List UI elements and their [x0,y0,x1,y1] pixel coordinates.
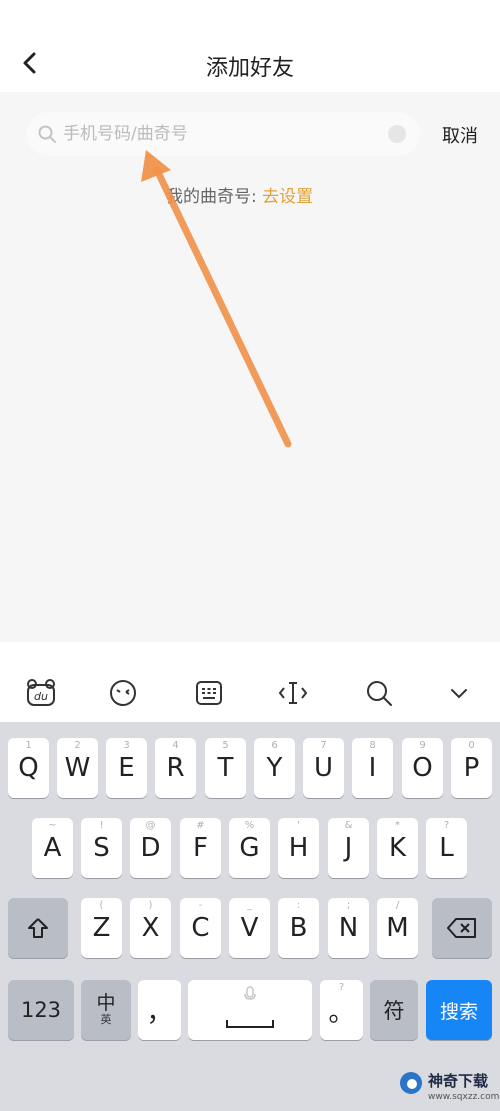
key-e[interactable]: 3E [106,738,147,798]
space-icon [226,1020,274,1028]
key-r[interactable]: 4R [155,738,196,798]
key-b[interactable]: :B [278,898,319,958]
key-s[interactable]: ! S [81,818,122,878]
backspace-icon [447,918,476,938]
shift-key[interactable] [8,898,68,958]
key-v[interactable]: _ V [229,898,270,958]
page-title: 添加好友 [205,56,294,81]
watermark-url: www.sqxzz.com [428,1092,500,1102]
key-w[interactable]: 2W [57,738,98,798]
microphone-icon [244,986,256,1000]
set-quqi-id-link[interactable]: 去设置 [262,187,313,207]
key-p[interactable]: 0P [451,738,492,798]
keyboard-toolbar: du [0,642,500,722]
key-g[interactable]: % G [229,818,270,878]
keyboard: 1Q 2W 3E 4R 5T 6Y 7U 8I 9O 0P ~ A ! S @ D #… [0,722,500,1060]
emoji-icon[interactable] [106,678,140,708]
svg-text:du: du [34,690,48,703]
key-n[interactable]: ; N [328,898,369,958]
keyboard-icon[interactable] [192,678,226,708]
key-a[interactable]: ~ A [32,818,73,878]
search-box[interactable] [27,112,420,156]
key-l[interactable]: ? L [426,818,467,878]
my-quqi-id-label: 我的曲奇号: [166,187,257,207]
key-o[interactable]: 9O [402,738,443,798]
key-i[interactable]: 8I [352,738,393,798]
key-h[interactable]: ' H [278,818,319,878]
key-t[interactable]: 5T [205,738,246,798]
key-y[interactable]: 6Y [254,738,295,798]
search-icon [38,125,56,143]
key-k[interactable]: * K [377,818,418,878]
key-d[interactable]: @ D [130,818,171,878]
key-q[interactable]: 1Q [8,738,49,798]
backspace-key[interactable] [432,898,492,958]
search-input[interactable] [63,112,373,156]
chevron-down-icon[interactable] [442,678,476,708]
search-icon[interactable] [362,678,396,708]
search-key[interactable]: 搜索 [426,980,492,1040]
cursor-icon[interactable] [276,678,310,708]
key-u[interactable]: 7U [303,738,344,798]
key-j[interactable]: & J [328,818,369,878]
search-row: 取消 [0,92,500,178]
key-c[interactable]: -C [180,898,221,958]
nav-header: 添加好友 [0,0,500,92]
key-f[interactable]: # F [180,818,221,878]
symbols-key[interactable]: 符 [370,980,418,1040]
watermark-logo-icon [400,1072,422,1094]
clear-input-button[interactable] [388,125,406,143]
numbers-key[interactable]: 123 [8,980,74,1040]
watermark-brand: 神奇下载 [428,1072,489,1090]
watermark: 神奇下载 www.sqxzz.com [400,1066,500,1110]
period-key[interactable]: ? 。 [320,980,363,1040]
space-key[interactable] [188,980,312,1040]
du-logo-icon[interactable]: du [24,678,58,708]
cancel-button[interactable]: 取消 [430,122,490,148]
chinese-english-toggle-key[interactable]: 中 英 [81,980,131,1040]
comma-key[interactable]: ， [138,980,181,1040]
key-x[interactable]: ) X [130,898,171,958]
shift-icon [28,918,48,938]
key-m[interactable]: / M [377,898,418,958]
key-z[interactable]: (Z [81,898,122,958]
my-quqi-id-row: 我的曲奇号: 去设置 [166,182,313,207]
